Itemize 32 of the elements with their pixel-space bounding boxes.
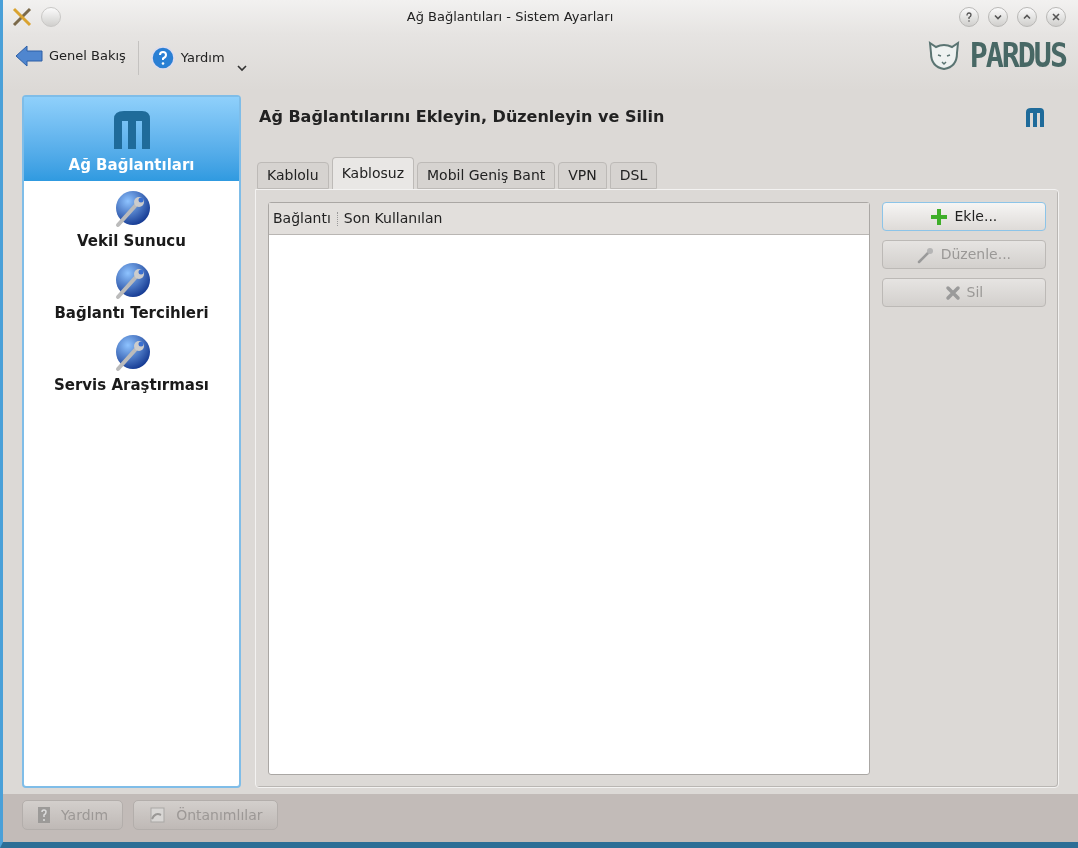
help-button[interactable] <box>959 7 979 27</box>
tab[interactable]: VPN <box>558 162 607 189</box>
tab[interactable]: Mobil Geniş Bant <box>417 162 556 189</box>
back-arrow-icon <box>15 45 43 67</box>
wrench-icon <box>916 245 935 264</box>
chevron-down-icon[interactable] <box>236 64 247 72</box>
help-book-icon <box>37 806 51 824</box>
question-icon <box>964 12 974 22</box>
tab[interactable]: Kablosuz <box>331 157 414 189</box>
sidebar-item[interactable]: Servis Araştırması <box>24 325 239 397</box>
minimize-button[interactable] <box>988 7 1008 27</box>
brand-logo: PARDUS <box>969 37 1066 73</box>
sidebar-item[interactable]: Bağlantı Tercihleri <box>24 253 239 325</box>
close-icon <box>1051 12 1061 22</box>
window-title: Ağ Bağlantıları - Sistem Ayarları <box>406 8 614 27</box>
chevron-down-icon <box>993 12 1003 22</box>
help-button[interactable]: Yardım <box>150 43 225 73</box>
column-header[interactable]: Bağlantı <box>273 208 331 229</box>
sidebar-item[interactable]: Vekil Sunucu <box>24 181 239 253</box>
tab[interactable]: DSL <box>609 162 658 189</box>
tab[interactable]: Kablolu <box>257 162 329 189</box>
maximize-button[interactable] <box>1017 7 1037 27</box>
column-header[interactable]: Son Kullanılan <box>343 208 443 229</box>
page-heading: Ağ Bağlantılarını Ekleyin, Düzenleyin ve Silin <box>259 106 665 128</box>
cross-icon <box>944 284 961 301</box>
network-logo-icon <box>1023 105 1047 129</box>
chevron-up-icon <box>1022 12 1032 22</box>
help-circle-icon <box>150 46 175 70</box>
add-button[interactable]: Ekle... <box>881 202 1046 231</box>
plus-icon <box>930 207 949 226</box>
back-button[interactable]: Genel Bakış <box>15 41 126 71</box>
close-button[interactable] <box>1046 7 1066 27</box>
